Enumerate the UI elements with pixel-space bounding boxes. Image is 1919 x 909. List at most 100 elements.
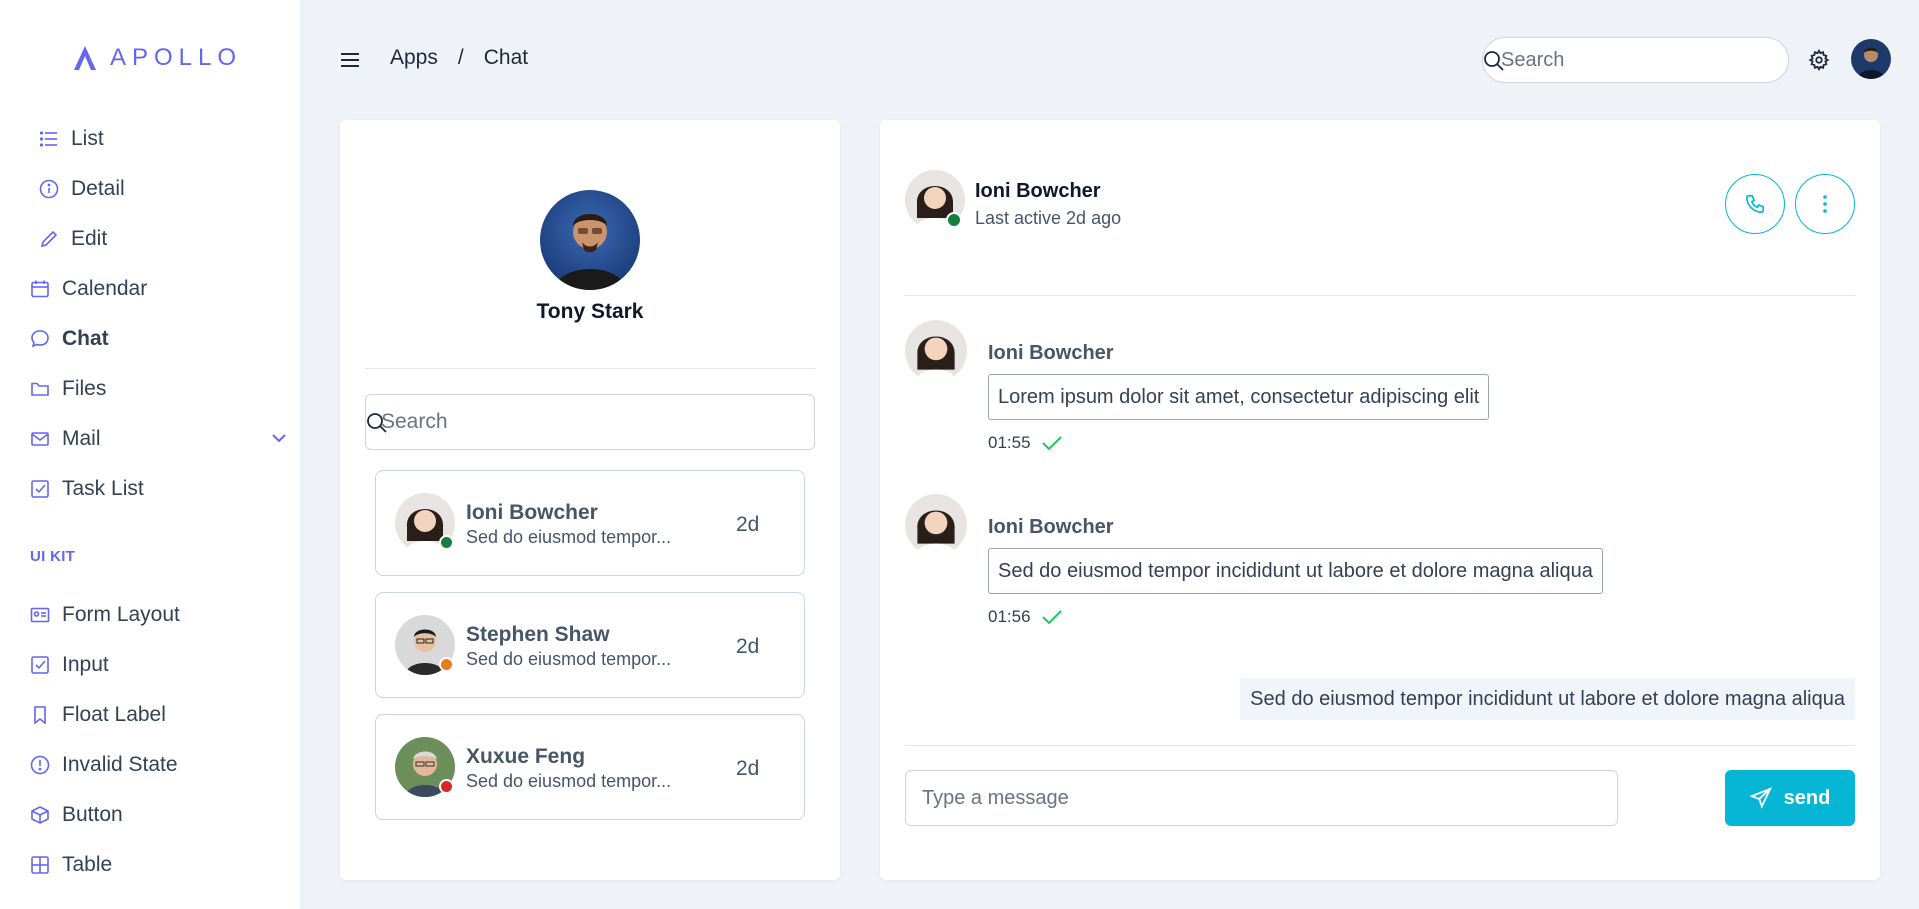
busy-status-dot bbox=[439, 779, 454, 794]
message-time: 01:56 bbox=[988, 607, 1031, 626]
top-search bbox=[1482, 37, 1789, 83]
contact-item[interactable]: Stephen Shaw Sed do eiusmod tempor... 2d bbox=[375, 592, 805, 698]
user-avatar[interactable] bbox=[1851, 39, 1891, 79]
divider bbox=[905, 745, 1855, 746]
phone-icon bbox=[1745, 194, 1765, 214]
message-sender: Ioni Bowcher bbox=[988, 516, 1114, 538]
sidebar-item-invalid-state[interactable]: Invalid State bbox=[30, 745, 178, 785]
sidebar-item-label: Table bbox=[62, 853, 113, 876]
check-square-icon bbox=[30, 655, 50, 675]
message-bubble: Sed do eiusmod tempor incididunt ut labo… bbox=[988, 548, 1603, 594]
chat-contact-name: Ioni Bowcher bbox=[975, 180, 1101, 202]
send-label: send bbox=[1783, 786, 1831, 809]
contacts-panel: Tony Stark Ioni Bowcher Sed do eiusmod t… bbox=[340, 120, 840, 880]
breadcrumb-item-chat: Chat bbox=[483, 46, 529, 69]
more-options-button[interactable] bbox=[1795, 174, 1855, 234]
contact-time: 2d bbox=[736, 635, 760, 658]
contact-time: 2d bbox=[736, 757, 760, 780]
contact-time: 2d bbox=[736, 513, 760, 536]
bookmark-icon bbox=[30, 705, 50, 725]
check-icon bbox=[1041, 436, 1062, 451]
sidebar-item-chat[interactable]: Chat bbox=[30, 319, 109, 359]
list-icon bbox=[39, 129, 59, 149]
sidebar-item-label: Files bbox=[62, 377, 107, 400]
sidebar-item-label: Task List bbox=[62, 477, 144, 500]
breadcrumb-separator: / bbox=[457, 46, 464, 69]
message-input[interactable] bbox=[905, 770, 1618, 826]
sidebar-item-label: Calendar bbox=[62, 277, 148, 300]
contact-preview: Sed do eiusmod tempor... bbox=[466, 649, 672, 669]
contact-name: Stephen Shaw bbox=[466, 623, 610, 646]
message-avatar bbox=[905, 494, 967, 556]
logo-text: APOLLO bbox=[110, 44, 243, 71]
own-message-bubble: Sed do eiusmod tempor incididunt ut labo… bbox=[1240, 678, 1855, 720]
sidebar-item-files[interactable]: Files bbox=[30, 369, 106, 409]
id-card-icon bbox=[30, 605, 50, 625]
contact-item[interactable]: Xuxue Feng Sed do eiusmod tempor... 2d bbox=[375, 714, 805, 820]
sidebar-item-list[interactable]: List bbox=[39, 119, 104, 159]
sidebar-item-label: Detail bbox=[71, 177, 125, 200]
sidebar-item-form-layout[interactable]: Form Layout bbox=[30, 595, 180, 635]
sidebar-item-detail[interactable]: Detail bbox=[39, 169, 125, 209]
logo[interactable]: APOLLO bbox=[72, 44, 242, 72]
chat-last-active: Last active 2d ago bbox=[975, 208, 1122, 228]
sidebar-item-button[interactable]: Button bbox=[30, 795, 123, 835]
sidebar-item-table[interactable]: Table bbox=[30, 845, 112, 885]
sidebar-item-label: List bbox=[71, 127, 104, 150]
message-sender: Ioni Bowcher bbox=[988, 342, 1114, 364]
mail-icon bbox=[30, 429, 50, 449]
sidebar-item-float-label[interactable]: Float Label bbox=[30, 695, 166, 735]
folder-icon bbox=[30, 379, 50, 399]
sidebar-item-label: Float Label bbox=[62, 703, 166, 726]
sidebar-item-label: Button bbox=[62, 803, 123, 826]
message-time: 01:55 bbox=[988, 433, 1031, 452]
send-button[interactable]: send bbox=[1725, 770, 1855, 826]
breadcrumb: Apps / Chat bbox=[390, 46, 528, 70]
contact-name: Xuxue Feng bbox=[466, 745, 586, 768]
top-search-input[interactable] bbox=[1501, 38, 1781, 82]
divider bbox=[905, 295, 1855, 296]
box-icon bbox=[30, 805, 50, 825]
exclamation-circle-icon bbox=[30, 755, 50, 775]
sidebar-item-partial bbox=[30, 895, 50, 909]
contact-search-input[interactable] bbox=[381, 395, 801, 449]
message-meta: 01:56 bbox=[988, 607, 1063, 627]
call-button[interactable] bbox=[1725, 174, 1785, 234]
pencil-icon bbox=[39, 229, 59, 249]
contact-name: Ioni Bowcher bbox=[466, 501, 598, 524]
section-label-ui-kit: UI KIT bbox=[30, 548, 76, 565]
sidebar-item-label: Edit bbox=[71, 227, 108, 250]
sidebar-item-edit[interactable]: Edit bbox=[39, 219, 107, 259]
online-status-dot bbox=[439, 535, 454, 550]
apollo-logo-icon bbox=[74, 46, 96, 70]
message-avatar bbox=[905, 320, 967, 382]
gear-icon[interactable] bbox=[1808, 49, 1830, 71]
sidebar: APOLLO List Detail Edit Calendar Chat Fi… bbox=[0, 0, 300, 909]
sidebar-item-task-list[interactable]: Task List bbox=[30, 469, 144, 509]
chevron-down-icon[interactable] bbox=[270, 429, 288, 447]
send-icon bbox=[1749, 787, 1772, 809]
away-status-dot bbox=[439, 657, 454, 672]
hamburger-menu-icon[interactable] bbox=[338, 48, 362, 72]
chat-panel: Ioni Bowcher Last active 2d ago Ioni Bow… bbox=[880, 120, 1880, 880]
contact-item[interactable]: Ioni Bowcher Sed do eiusmod tempor... 2d bbox=[375, 470, 805, 576]
message-bubble: Lorem ipsum dolor sit amet, consectetur … bbox=[988, 374, 1490, 420]
chat-icon bbox=[30, 329, 50, 349]
profile-name: Tony Stark bbox=[536, 300, 644, 323]
contact-search bbox=[365, 394, 815, 450]
sidebar-item-mail[interactable]: Mail bbox=[30, 419, 101, 459]
contact-preview: Sed do eiusmod tempor... bbox=[466, 527, 672, 547]
check-icon bbox=[1041, 610, 1062, 625]
ellipsis-vertical-icon bbox=[1823, 195, 1827, 213]
list-icon bbox=[30, 905, 50, 909]
sidebar-item-input[interactable]: Input bbox=[30, 645, 109, 685]
sidebar-item-label: Mail bbox=[62, 427, 101, 450]
sidebar-item-calendar[interactable]: Calendar bbox=[30, 269, 147, 309]
divider bbox=[365, 368, 815, 369]
online-status-dot bbox=[946, 212, 962, 228]
breadcrumb-item-apps[interactable]: Apps bbox=[390, 46, 438, 70]
sidebar-item-label: Invalid State bbox=[62, 753, 178, 776]
info-circle-icon bbox=[39, 179, 59, 199]
message-meta: 01:55 bbox=[988, 433, 1063, 453]
calendar-icon bbox=[30, 279, 50, 299]
